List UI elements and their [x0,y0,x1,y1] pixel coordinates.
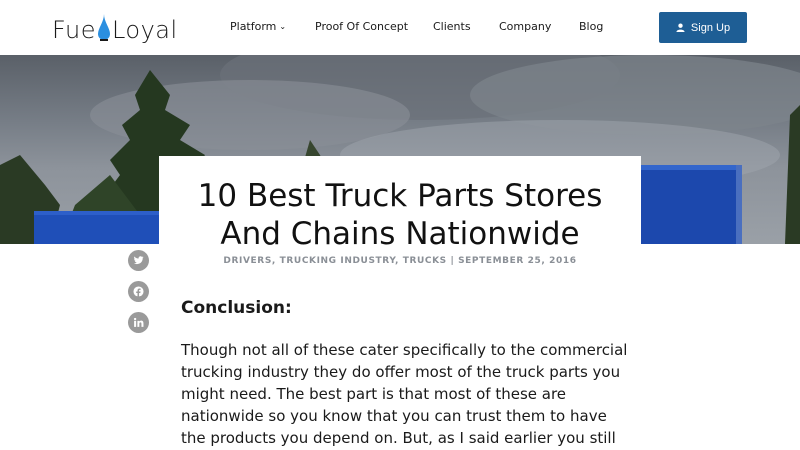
nav-platform[interactable]: Platform ⌄ [230,20,286,33]
logo-text-right: Loyal [111,16,178,44]
facebook-icon [133,286,144,297]
share-linkedin-button[interactable] [128,312,149,333]
logo-text-left: Fue [52,16,96,44]
sign-up-label: Sign Up [690,21,731,34]
user-icon [676,23,685,32]
nav-clients[interactable]: Clients [433,20,471,33]
sign-up-button[interactable]: Sign Up [659,12,747,43]
share-facebook-button[interactable] [128,281,149,302]
share-twitter-button[interactable] [128,250,149,271]
twitter-icon [133,256,144,265]
fuel-drop-icon [97,14,110,41]
nav-proof-of-concept[interactable]: Proof Of Concept [315,20,408,33]
article-meta: DRIVERS, TRUCKING INDUSTRY, TRUCKS | SEP… [223,256,577,266]
nav-company[interactable]: Company [499,20,551,33]
article-title-line1: 10 Best Truck Parts Stores [197,178,603,214]
section-heading: Conclusion: [181,298,292,318]
linkedin-icon [133,317,144,327]
nav-platform-label: Platform [230,20,277,33]
nav-blog[interactable]: Blog [579,20,603,33]
article-title-line2: And Chains Nationwide [220,216,580,252]
article-title: 10 Best Truck Parts Stores And Chains Na… [0,177,800,253]
article-paragraph: Though not all of these cater specifical… [181,341,628,447]
fueloyal-logo[interactable]: Fue Loyal [52,10,178,46]
chevron-down-icon: ⌄ [279,22,287,31]
site-header: Fue Loyal Platform ⌄ Proof Of Concept Cli… [0,0,800,55]
